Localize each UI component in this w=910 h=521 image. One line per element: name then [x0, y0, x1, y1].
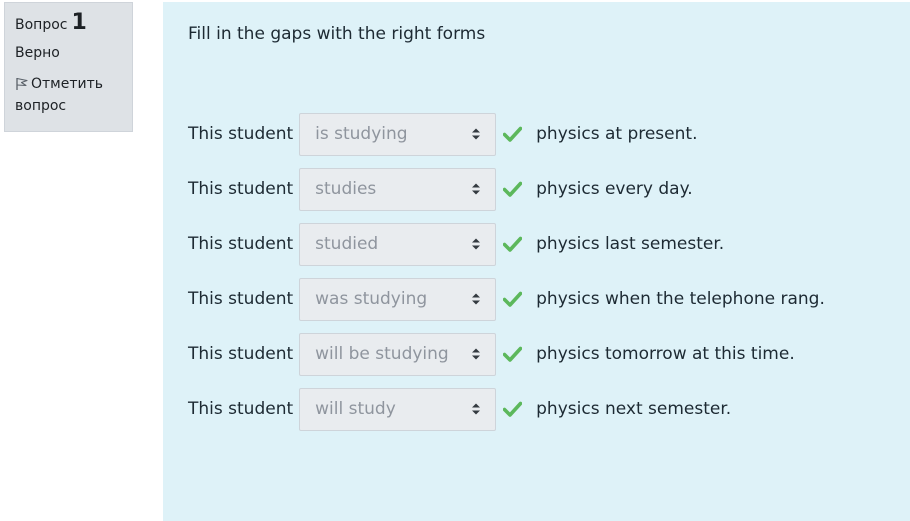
- check-icon: [503, 181, 523, 197]
- answer-select[interactable]: was studying: [299, 277, 497, 321]
- check-icon: [503, 291, 523, 307]
- question-number-line: Вопрос 1: [15, 10, 122, 37]
- gap-prefix: This student: [188, 289, 294, 309]
- sort-caret-icon: [472, 183, 481, 195]
- answer-select[interactable]: is studying: [299, 112, 497, 156]
- answer-select[interactable]: studies: [299, 167, 497, 211]
- answer-select[interactable]: studied: [299, 222, 497, 266]
- answer-select-value: will be studying: [315, 344, 449, 364]
- answer-select[interactable]: will study: [299, 387, 497, 431]
- sort-caret-icon: [472, 348, 481, 360]
- gap-prefix: This student: [188, 124, 294, 144]
- check-icon: [503, 346, 523, 362]
- question-text: Fill in the gaps with the right forms: [188, 24, 486, 44]
- sort-caret-icon: [472, 238, 481, 250]
- gap-suffix: physics at present.: [536, 124, 698, 144]
- flag-question-button[interactable]: Отметить вопрос: [15, 73, 122, 117]
- answer-select-value: studied: [315, 234, 379, 254]
- gap-row: This student is studying physics at pres…: [188, 112, 697, 156]
- gap-prefix: This student: [188, 179, 294, 199]
- question-state: Верно: [15, 45, 60, 61]
- gap-prefix: This student: [188, 234, 294, 254]
- sort-caret-icon: [472, 128, 481, 140]
- check-icon: [503, 126, 523, 142]
- answer-select-value: will study: [315, 399, 396, 419]
- gap-row: This student studies physics every day.: [188, 167, 693, 211]
- answer-select[interactable]: will be studying: [299, 332, 497, 376]
- check-icon: [503, 401, 523, 417]
- sort-caret-icon: [472, 403, 481, 415]
- question-content: Fill in the gaps with the right forms Th…: [163, 2, 910, 521]
- gap-suffix: physics when the telephone rang.: [536, 289, 825, 309]
- question-label: Вопрос: [15, 17, 68, 33]
- gap-prefix: This student: [188, 344, 294, 364]
- answer-select-value: is studying: [315, 124, 408, 144]
- gap-row: This student will study physics next sem…: [188, 387, 731, 431]
- gap-suffix: physics every day.: [536, 179, 693, 199]
- gap-suffix: physics last semester.: [536, 234, 725, 254]
- sort-caret-icon: [472, 293, 481, 305]
- flag-icon: [16, 77, 28, 90]
- gap-suffix: physics next semester.: [536, 399, 732, 419]
- gap-row: This student was studying physics when t…: [188, 277, 825, 321]
- question-info-panel: Вопрос 1 Верно Отметить вопрос: [4, 2, 133, 132]
- gap-row: This student studied physics last semest…: [188, 222, 724, 266]
- question-number: 1: [71, 10, 87, 35]
- check-icon: [503, 236, 523, 252]
- gap-prefix: This student: [188, 399, 294, 419]
- gap-suffix: physics tomorrow at this time.: [536, 344, 795, 364]
- answer-select-value: studies: [315, 179, 377, 199]
- gap-row: This student will be studying physics to…: [188, 332, 795, 376]
- answer-select-value: was studying: [315, 289, 428, 309]
